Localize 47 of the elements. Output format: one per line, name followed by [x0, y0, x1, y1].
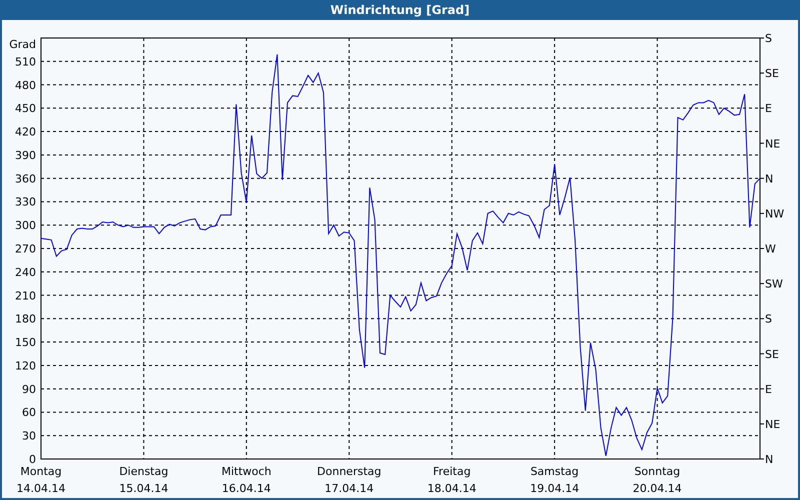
- direction-label: W: [765, 242, 776, 256]
- direction-label: NE: [765, 418, 780, 431]
- direction-label: NE: [765, 137, 780, 150]
- direction-label: SE: [765, 348, 779, 361]
- tick-label: 90: [22, 382, 36, 396]
- tick-label: 480: [15, 78, 36, 92]
- date-label: 15.04.14: [119, 482, 168, 495]
- tick-label: 60: [22, 406, 36, 420]
- tick-label: 270: [15, 242, 36, 256]
- direction-label: E: [765, 382, 772, 396]
- tick-label: Samstag: [530, 465, 579, 478]
- tick-label: Freitag: [433, 465, 471, 478]
- tick-label: Montag: [20, 465, 62, 478]
- axis-title: Grad: [9, 38, 36, 51]
- tick-label: 420: [15, 126, 36, 139]
- direction-label: NW: [765, 207, 784, 220]
- tick-label: 150: [15, 336, 36, 350]
- window-title: Windrichtung [Grad]: [2, 0, 798, 20]
- direction-label: N: [765, 172, 774, 186]
- date-label: 18.04.14: [427, 482, 476, 495]
- direction-label: SW: [765, 278, 783, 291]
- tick-label: 0: [29, 453, 36, 466]
- tick-label: 330: [15, 196, 36, 209]
- date-label: 14.04.14: [16, 482, 66, 495]
- date-label: 16.04.14: [222, 482, 271, 495]
- date-label: 17.04.14: [324, 482, 374, 495]
- date-label: 19.04.14: [530, 482, 580, 495]
- tick-label: 240: [15, 266, 36, 279]
- tick-label: 120: [15, 359, 36, 372]
- tick-label: Mittwoch: [221, 465, 272, 478]
- tick-label: Sonntag: [634, 465, 680, 478]
- direction-label: SE: [765, 67, 779, 80]
- tick-label: Dienstag: [119, 465, 168, 478]
- tick-label: 300: [15, 219, 36, 232]
- tick-label: 510: [15, 55, 36, 68]
- tick-label: 390: [15, 148, 36, 162]
- direction-label: S: [765, 312, 772, 326]
- tick-label: 360: [15, 172, 36, 186]
- date-label: 20.04.14: [632, 482, 682, 495]
- direction-label: N: [765, 453, 774, 466]
- tick-label: Donnerstag: [317, 465, 382, 478]
- direction-label: E: [765, 102, 772, 116]
- tick-label: 180: [15, 312, 36, 326]
- tick-label: 210: [15, 289, 36, 302]
- tick-label: 450: [15, 102, 36, 116]
- direction-label: S: [765, 32, 772, 45]
- tick-label: 30: [22, 430, 36, 443]
